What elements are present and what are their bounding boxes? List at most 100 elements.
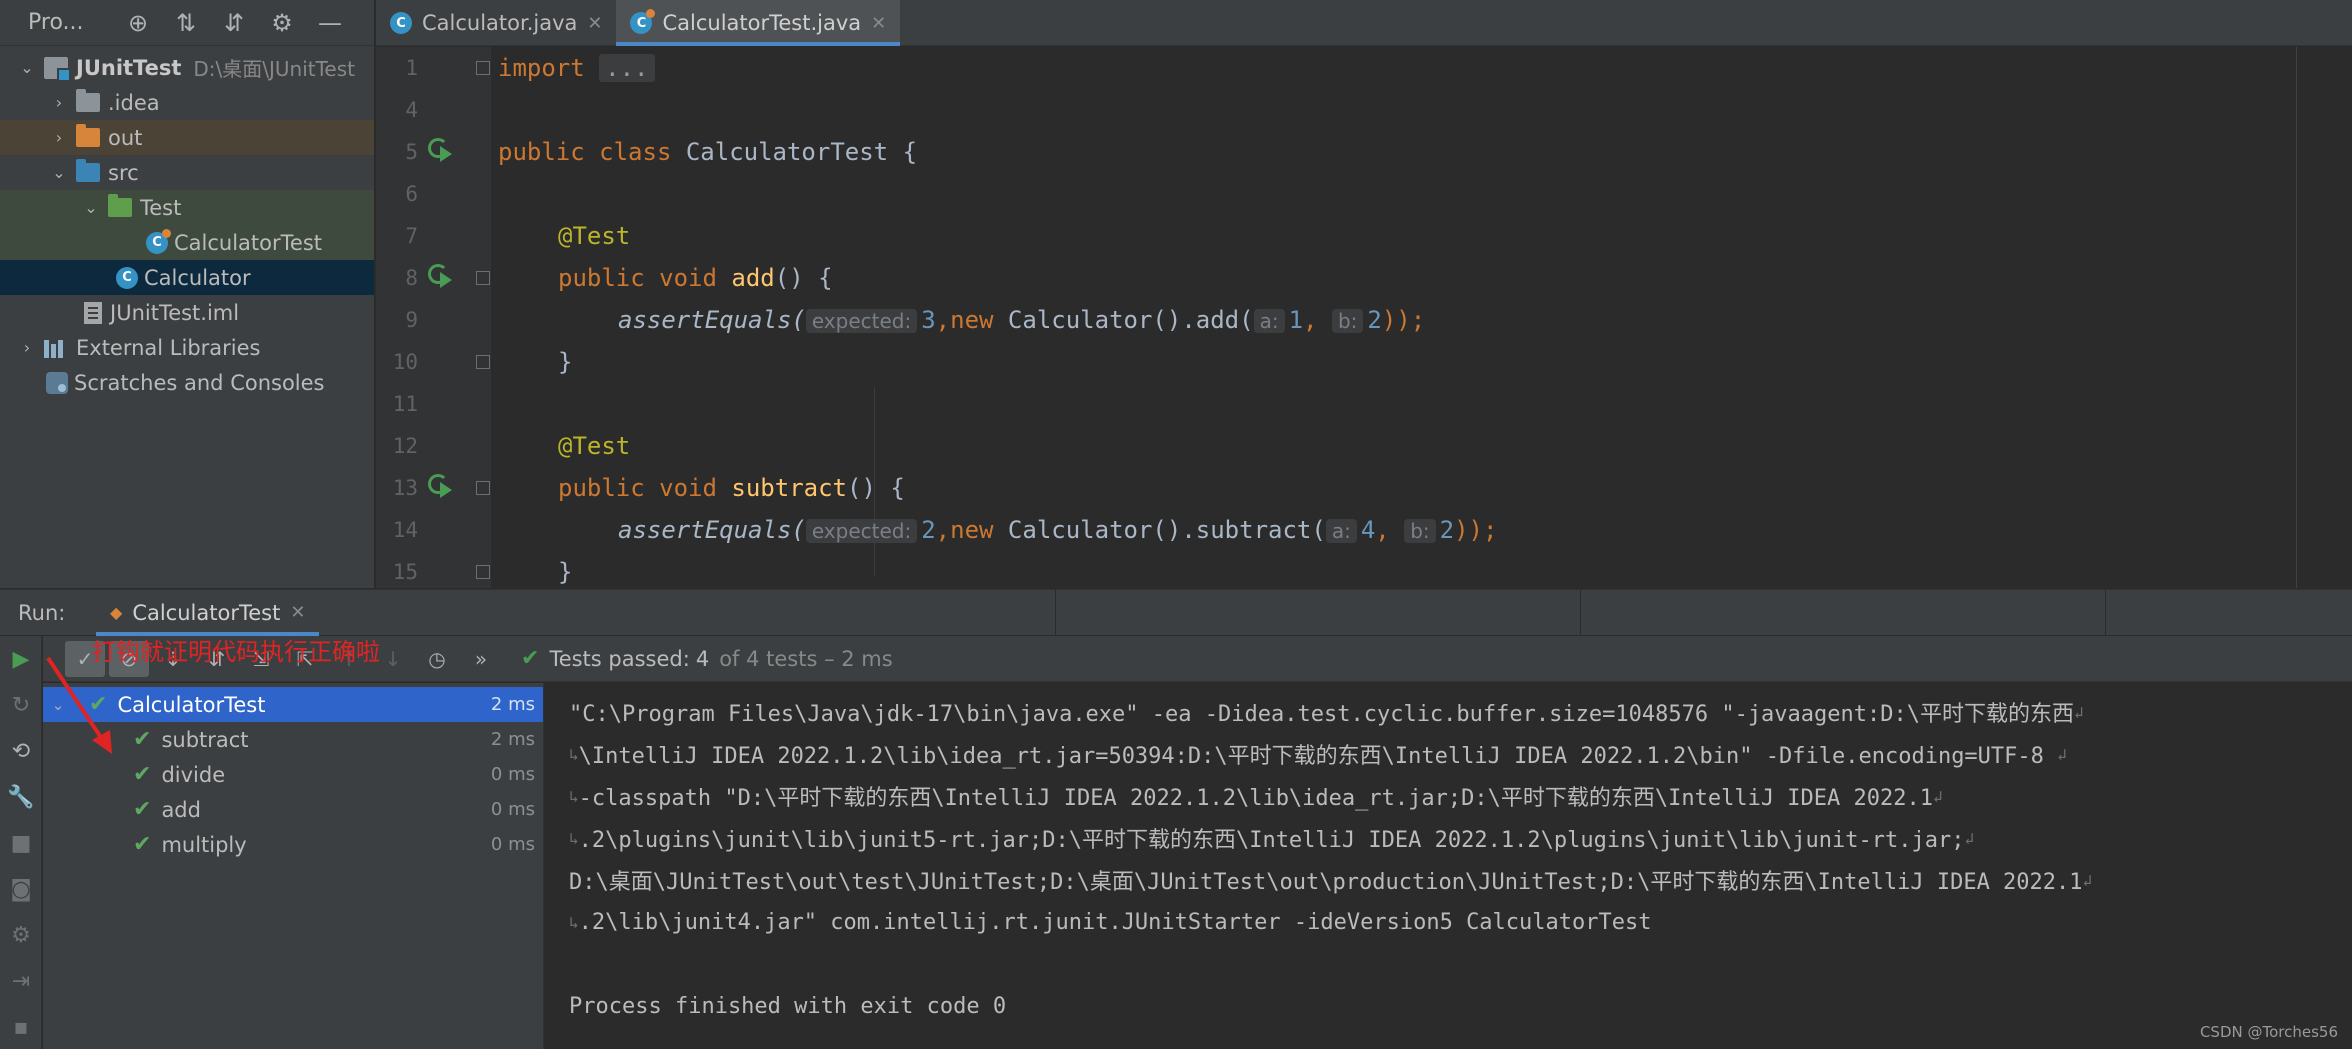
rerun-icon[interactable]: ▶: [0, 636, 42, 682]
code-line-10: 10 }: [376, 341, 2352, 383]
run-toolbar: ✓ ⊘ ⇣ ⇵ ⇲ ⇱ ↑ ↓ ◷ » ✔ Tests passed: 4 of…: [43, 636, 2352, 682]
test-name: multiply: [161, 832, 247, 857]
tree-item-calculatortest[interactable]: C CalculatorTest: [0, 225, 374, 260]
status-count: 4: [695, 646, 710, 671]
line-number: 6: [405, 182, 418, 206]
test-name: subtract: [161, 727, 249, 752]
console-text: "C:\Program Files\Java\jdk-17\bin\java.e…: [569, 702, 2075, 727]
console-text: Process finished with exit code 0: [569, 993, 1007, 1019]
soft-wrap-icon: ↲: [2074, 702, 2084, 722]
wrench-icon[interactable]: 🔧: [0, 774, 42, 820]
number: 2: [921, 516, 936, 544]
tab-calculator-java[interactable]: C Calculator.java ✕: [376, 0, 616, 46]
tree-item-calculator[interactable]: C Calculator: [0, 260, 374, 295]
tree-item-label: JUnitTest: [76, 55, 182, 80]
test-row[interactable]: ✔ divide 0 ms: [43, 757, 543, 792]
line-number: 1: [405, 56, 418, 80]
soft-wrap-icon: ↳: [569, 786, 579, 806]
console-text: D:\桌面\JUnitTest\out\test\JUnitTest;D:\桌面…: [569, 870, 2083, 895]
toggle-auto-test-icon[interactable]: ⟲: [0, 728, 42, 774]
run-test-icon[interactable]: [428, 474, 456, 502]
tree-item-label: .idea: [108, 90, 160, 115]
stop-icon[interactable]: ■: [0, 820, 42, 866]
module-folder-icon: [44, 56, 71, 82]
close-icon[interactable]: ✕: [871, 13, 886, 34]
header-divider: [1055, 589, 1056, 635]
exit-icon[interactable]: ⇥: [0, 958, 42, 1004]
chevron-down-icon[interactable]: ⌄: [80, 198, 102, 217]
more-icon[interactable]: »: [461, 641, 501, 677]
fold-icon[interactable]: [476, 481, 490, 495]
fold-icon[interactable]: [476, 61, 490, 75]
code-line-5: 5 public class CalculatorTest {: [376, 131, 2352, 173]
number: 1: [1288, 306, 1304, 334]
project-panel-header: Pro... ⊕ ⇅ ⇵ ⚙ —: [0, 0, 374, 46]
gear-icon[interactable]: ⚙: [264, 5, 300, 41]
console-output[interactable]: "C:\Program Files\Java\jdk-17\bin\java.e…: [545, 683, 2352, 1049]
tree-item-scratches[interactable]: Scratches and Consoles: [0, 365, 374, 400]
test-time: 0 ms: [490, 764, 535, 785]
param-hint: b:: [1404, 519, 1436, 543]
tree-item-label: CalculatorTest: [174, 230, 322, 255]
code-text: @Test: [558, 432, 630, 460]
line-number: 15: [392, 560, 418, 584]
chevron-down-icon[interactable]: ⌄: [16, 58, 38, 77]
check-icon: ✔: [133, 762, 152, 787]
scratches-icon: [46, 371, 68, 394]
line-number: 7: [405, 224, 418, 248]
collapse-all-icon[interactable]: ⇵: [216, 5, 252, 41]
run-test-icon[interactable]: [428, 264, 456, 292]
fold-icon[interactable]: [476, 565, 490, 579]
code-punct: () {: [774, 264, 833, 292]
tree-item-external-libraries[interactable]: › External Libraries: [0, 330, 374, 365]
method-call: assertEquals(: [618, 306, 806, 334]
code-line-6: 6: [376, 173, 2352, 215]
test-row[interactable]: ✔ multiply 0 ms: [43, 827, 543, 862]
tree-item-out[interactable]: › out: [0, 120, 374, 155]
folded-imports[interactable]: ...: [599, 54, 655, 82]
test-row[interactable]: ✔ add 0 ms: [43, 792, 543, 827]
settings-icon[interactable]: ⚙: [0, 912, 42, 958]
tree-item-junittest[interactable]: ⌄ JUnitTest D:\桌面\JUnitTest: [0, 50, 374, 85]
test-time: 2 ms: [490, 729, 535, 750]
hide-icon[interactable]: —: [312, 5, 348, 41]
source-folder-icon: [76, 159, 100, 182]
camera-icon[interactable]: ◙: [0, 866, 42, 912]
tree-item-test[interactable]: ⌄ Test: [0, 190, 374, 225]
tab-label: CalculatorTest.java: [662, 11, 862, 35]
test-name: divide: [161, 762, 226, 787]
tree-item-idea[interactable]: › .idea: [0, 85, 374, 120]
close-icon[interactable]: ✕: [587, 13, 602, 34]
test-name: CalculatorTest: [117, 692, 266, 717]
chevron-down-icon[interactable]: ⌄: [48, 163, 70, 182]
run-tab-calculatortest[interactable]: ◆ CalculatorTest ✕: [96, 590, 320, 636]
console-text: -classpath "D:\平时下载的东西\IntelliJ IDEA 202…: [578, 786, 1934, 811]
history-icon[interactable]: ◷: [417, 641, 457, 677]
library-icon: [44, 338, 68, 358]
locate-icon[interactable]: ⊕: [120, 5, 156, 41]
code-expr: Calculator().add(: [993, 306, 1254, 334]
tree-item-label: Test: [140, 195, 182, 220]
code-line-1: 1 import ...: [376, 47, 2352, 89]
tree-item-src[interactable]: ⌄ src: [0, 155, 374, 190]
class-declaration: CalculatorTest {: [671, 138, 918, 166]
keyword: public void: [558, 264, 717, 292]
number: 2: [1367, 306, 1382, 334]
chevron-right-icon[interactable]: ›: [48, 128, 70, 147]
run-test-icon[interactable]: [428, 138, 456, 166]
fold-icon[interactable]: [476, 271, 490, 285]
tree-item-iml[interactable]: JUnitTest.iml: [0, 295, 374, 330]
expand-all-icon[interactable]: ⇅: [168, 5, 204, 41]
code-editor[interactable]: 1 import ... 4 5 public class Calculator…: [376, 47, 2352, 588]
close-icon[interactable]: ✕: [290, 602, 305, 623]
annotation-text: 打钩就证明代码执行正确啦: [92, 638, 380, 666]
chevron-right-icon[interactable]: ›: [48, 93, 70, 112]
chevron-right-icon[interactable]: ›: [16, 338, 38, 357]
project-panel-title[interactable]: Pro...: [28, 10, 108, 35]
rerun-failed-icon[interactable]: ↻: [0, 682, 42, 728]
code-text: public void add() {: [558, 264, 833, 292]
code-text: assertEquals(expected: 2,new Calculator()…: [618, 516, 1498, 544]
fold-icon[interactable]: [476, 355, 490, 369]
tab-calculatortest-java[interactable]: C CalculatorTest.java ✕: [616, 0, 901, 46]
layout-icon[interactable]: ▪: [0, 1004, 42, 1049]
